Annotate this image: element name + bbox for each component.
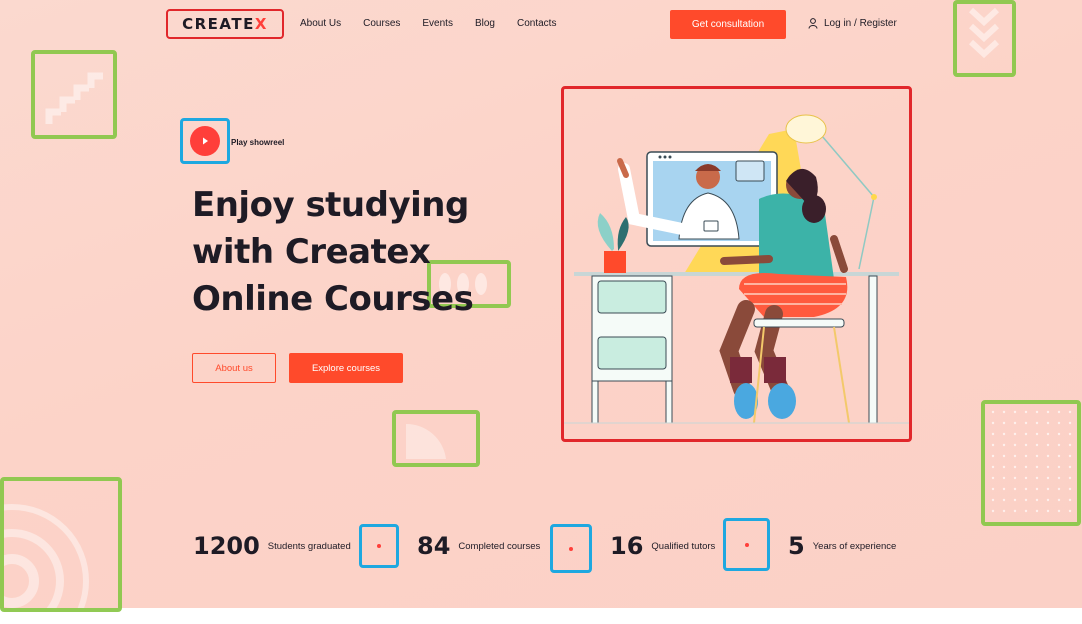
- login-register-link[interactable]: Log in / Register: [808, 18, 897, 29]
- arrows-decor-icon: [45, 72, 103, 124]
- chevrons-decor-icon: [968, 7, 1000, 59]
- get-consultation-button[interactable]: Get consultation: [670, 10, 786, 39]
- stat-number: 5: [788, 532, 805, 560]
- stat-students-graduated: 1200 Students graduated: [193, 532, 351, 560]
- play-icon: [190, 126, 220, 156]
- grid-dots-decor-icon: [991, 410, 1072, 513]
- nav-contacts[interactable]: Contacts: [517, 18, 556, 29]
- logo[interactable]: CREATEX: [166, 9, 284, 39]
- play-showreel-button[interactable]: [180, 118, 230, 164]
- stat-label: Years of experience: [812, 540, 897, 552]
- stat-divider: [723, 518, 770, 571]
- nav-about-us[interactable]: About Us: [300, 18, 341, 29]
- deco-rings-box: [0, 477, 122, 612]
- stat-number: 1200: [193, 532, 260, 560]
- stat-divider: [359, 524, 399, 568]
- dot-icon: [569, 546, 573, 551]
- logo-text: CREATEX: [182, 15, 268, 33]
- footer-strip: [0, 608, 1082, 624]
- user-icon: [808, 18, 818, 29]
- stat-number: 84: [417, 532, 451, 560]
- stat-label: Students graduated: [267, 540, 351, 552]
- rings-decor-icon: [4, 504, 89, 608]
- explore-courses-button[interactable]: Explore courses: [289, 353, 403, 383]
- about-us-button[interactable]: About us: [192, 353, 276, 383]
- deco-arrows-box: [31, 50, 117, 139]
- hero-illustration: [561, 86, 912, 442]
- dot-icon: [744, 542, 749, 547]
- hero-title: Enjoy studying with Createx Online Cours…: [192, 185, 474, 319]
- stat-years-experience: 5 Years of experience: [788, 532, 896, 560]
- login-label: Log in / Register: [824, 18, 897, 29]
- stat-label: Completed courses: [458, 540, 541, 552]
- stat-label: Qualified tutors: [651, 540, 716, 552]
- deco-grid-box: [981, 400, 1081, 526]
- deco-quarter-box: [392, 410, 480, 467]
- play-showreel-label[interactable]: Play showreel: [231, 138, 284, 147]
- stat-number: 16: [610, 532, 644, 560]
- stat-divider: [550, 524, 592, 573]
- online-study-illustration: [564, 114, 909, 424]
- nav-blog[interactable]: Blog: [475, 18, 495, 29]
- nav-events[interactable]: Events: [422, 18, 453, 29]
- stat-completed-courses: 84 Completed courses: [417, 532, 540, 560]
- deco-chevrons-box: [953, 0, 1016, 77]
- nav-courses[interactable]: Courses: [363, 18, 400, 29]
- stat-qualified-tutors: 16 Qualified tutors: [610, 532, 715, 560]
- main-nav: About Us Courses Events Blog Contacts: [300, 18, 578, 29]
- dot-icon: [377, 544, 381, 548]
- quarter-circle-decor-icon: [406, 423, 446, 459]
